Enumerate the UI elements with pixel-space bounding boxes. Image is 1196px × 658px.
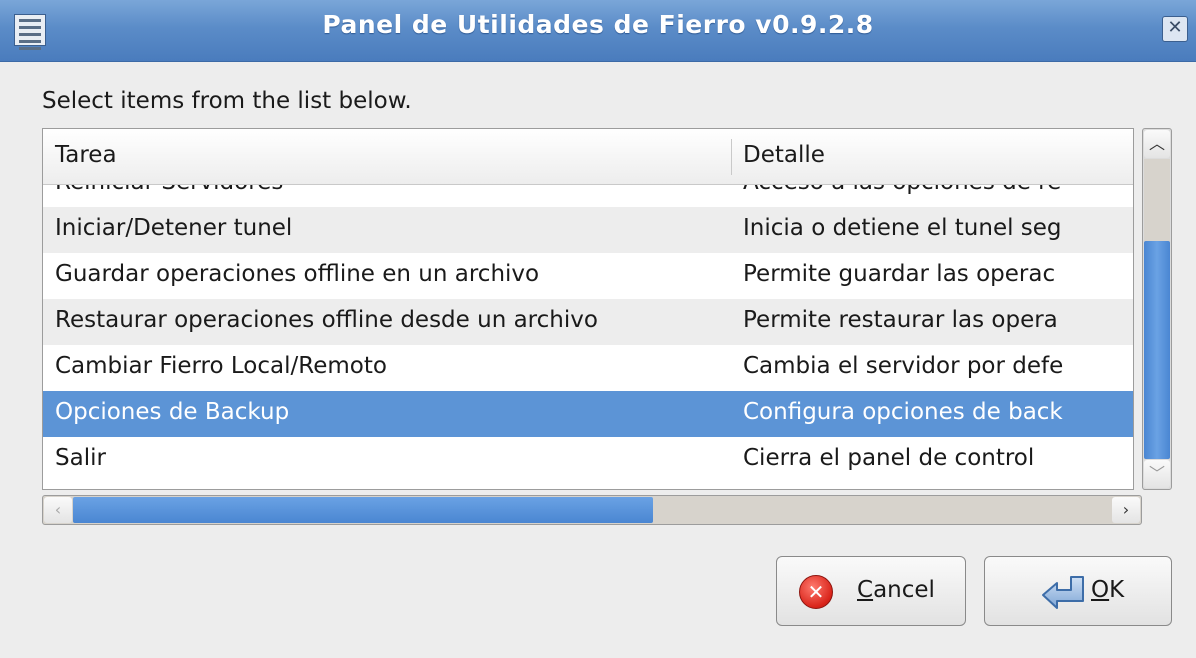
cancel-button[interactable]: ✕ Cancel [776, 556, 966, 626]
scroll-left-button[interactable]: ‹ [44, 497, 72, 523]
task-list[interactable]: Tarea Detalle Reiniciar Servidores Acces… [42, 128, 1134, 490]
horizontal-scroll-thumb[interactable] [73, 497, 653, 523]
column-header-detalle[interactable]: Detalle [743, 142, 825, 168]
title-bar[interactable]: Panel de Utilidades de Fierro v0.9.2.8 ✕ [0, 0, 1196, 62]
window-title: Panel de Utilidades de Fierro v0.9.2.8 [322, 10, 874, 39]
table-row[interactable]: Cambiar Fierro Local/Remoto Cambia el se… [43, 345, 1133, 391]
list-header: Tarea Detalle [43, 129, 1133, 185]
scroll-right-button[interactable]: › [1112, 497, 1140, 523]
chevron-up-icon: ︿ [1148, 134, 1165, 153]
vertical-scroll-trough[interactable] [1144, 159, 1170, 459]
prompt-text: Select items from the list below. [42, 88, 412, 114]
chevron-down-icon: ﹀ [1148, 464, 1165, 483]
cell-detalle: Cambia el servidor por defe [743, 353, 1064, 379]
cell-detalle: Cierra el panel de control [743, 445, 1035, 471]
table-row[interactable]: Salir Cierra el panel de control [43, 437, 1133, 483]
table-row[interactable]: Reiniciar Servidores Acceso a las opcion… [43, 185, 1133, 207]
scroll-up-button[interactable]: ︿ [1144, 130, 1170, 158]
cell-tarea: Iniciar/Detener tunel [55, 215, 293, 241]
cell-tarea: Cambiar Fierro Local/Remoto [55, 353, 387, 379]
cell-tarea: Restaurar operaciones offline desde un a… [55, 307, 598, 333]
vertical-scrollbar[interactable]: ︿ ﹀ [1142, 128, 1172, 490]
scroll-down-button[interactable]: ﹀ [1144, 460, 1170, 488]
column-separator[interactable] [731, 139, 732, 175]
close-icon[interactable]: ✕ [1162, 16, 1188, 42]
cell-detalle: Inicia o detiene el tunel seg [743, 215, 1062, 241]
vertical-scroll-thumb[interactable] [1144, 241, 1170, 459]
cell-detalle: Configura opciones de back [743, 399, 1063, 425]
table-row-selected[interactable]: Opciones de Backup Configura opciones de… [43, 391, 1133, 437]
cell-tarea: Guardar operaciones offline en un archiv… [55, 261, 540, 287]
table-row[interactable]: Iniciar/Detener tunel Inicia o detiene e… [43, 207, 1133, 253]
cancel-button-label: Cancel [857, 577, 935, 603]
ok-arrow-icon [1042, 576, 1084, 609]
horizontal-scrollbar[interactable]: ‹ › [42, 495, 1142, 525]
chevron-left-icon: ‹ [54, 500, 62, 519]
cell-tarea: Opciones de Backup [55, 399, 290, 425]
ok-button-label: OK [1091, 577, 1125, 603]
chevron-right-icon: › [1122, 500, 1130, 519]
cell-tarea: Reiniciar Servidores [55, 185, 725, 195]
cell-detalle: Permite restaurar las opera [743, 307, 1058, 333]
cell-tarea: Salir [55, 445, 106, 471]
table-row[interactable]: Guardar operaciones offline en un archiv… [43, 253, 1133, 299]
cancel-icon: ✕ [799, 575, 833, 609]
column-header-tarea[interactable]: Tarea [55, 142, 117, 168]
cell-detalle: Acceso a las opciones de re [743, 185, 1133, 195]
cell-detalle: Permite guardar las operac [743, 261, 1056, 287]
table-row[interactable]: Restaurar operaciones offline desde un a… [43, 299, 1133, 345]
ok-button[interactable]: OK [984, 556, 1172, 626]
